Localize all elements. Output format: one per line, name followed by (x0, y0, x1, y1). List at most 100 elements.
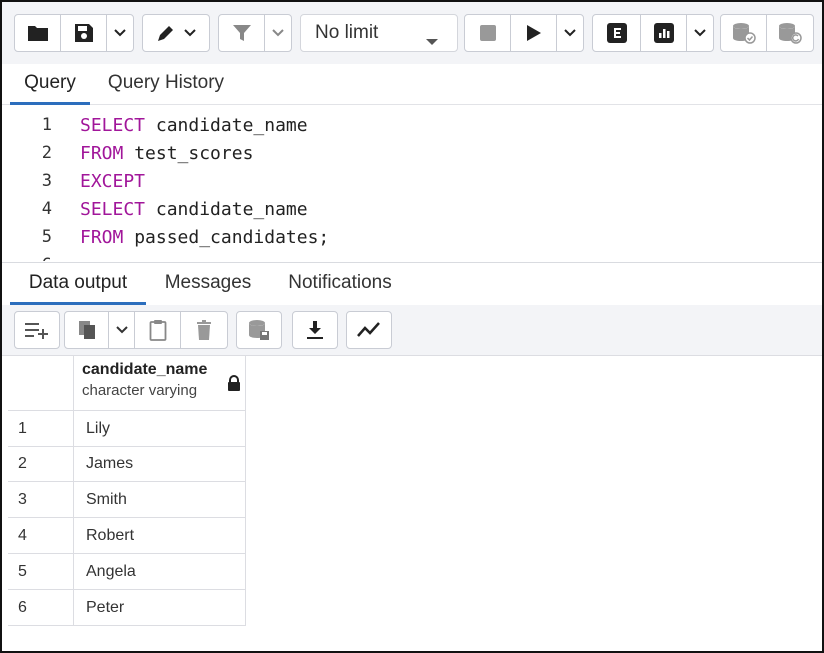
execute-button-group (464, 14, 584, 52)
row-number-cell[interactable]: 3 (8, 482, 74, 518)
download-segment (293, 312, 337, 348)
chevron-down-icon (694, 29, 706, 37)
table-cell[interactable]: Smith (74, 482, 246, 518)
table-cell[interactable]: Angela (74, 554, 246, 590)
tab-messages-label: Messages (164, 271, 252, 293)
code-line: 2 FROM test_scores (2, 140, 822, 168)
tab-query-label: Query (24, 72, 76, 93)
tab-query-history-label: Query History (107, 72, 225, 93)
code-line: 1 SELECT candidate_name (2, 112, 822, 140)
edit-data-button-group (64, 311, 228, 349)
sql-keyword: SELECT (80, 115, 146, 136)
copy-button[interactable] (65, 312, 109, 348)
tab-messages[interactable]: Messages (152, 263, 264, 302)
add-row-segment (15, 312, 59, 348)
open-file-button[interactable] (15, 15, 61, 51)
cell-value: Angela (86, 562, 136, 580)
chevron-down-icon (114, 29, 126, 37)
save-options-dropdown[interactable] (107, 15, 133, 51)
code-text: EXCEPT (80, 171, 145, 192)
sql-editor[interactable]: 1 SELECT candidate_name 2 FROM test_scor… (2, 105, 822, 261)
add-row-button[interactable] (14, 311, 60, 349)
save-data-segment (237, 312, 281, 348)
tab-data-output[interactable]: Data output (10, 263, 146, 305)
column-name: candidate_name (82, 361, 208, 378)
lock-icon (227, 375, 241, 396)
cell-value: Lily (86, 419, 111, 437)
chevron-down-icon (425, 30, 439, 52)
table-cell[interactable]: Peter (74, 590, 246, 626)
rollback-icon (778, 22, 802, 44)
row-limit-value: No limit (315, 22, 379, 43)
line-number: 6 (2, 255, 52, 261)
chevron-down-icon (564, 29, 576, 37)
add-row-icon (24, 321, 50, 339)
table-cell[interactable]: Lily (74, 411, 246, 447)
edit-menu-button[interactable] (142, 14, 210, 52)
sql-keyword: SELECT (80, 199, 146, 220)
tab-query[interactable]: Query (10, 64, 90, 105)
explain-analyze-button[interactable] (641, 15, 687, 51)
row-number-cell[interactable]: 5 (8, 554, 74, 590)
line-number: 3 (41, 171, 52, 191)
stop-icon (479, 24, 497, 42)
explain-button-group (592, 14, 714, 52)
chevron-down-icon (272, 29, 284, 37)
explain-button[interactable] (593, 15, 641, 51)
paste-button[interactable] (135, 312, 181, 348)
chevron-down-icon (115, 326, 128, 334)
trash-icon (196, 320, 212, 340)
query-toolbar: No limit (2, 2, 822, 65)
code-line: 3 EXCEPT (2, 168, 822, 196)
row-number: 1 (18, 419, 27, 437)
query-tabs: Query Query History (2, 64, 822, 105)
code-text: FROM test_scores (80, 143, 253, 164)
filter-icon (232, 23, 252, 43)
commit-button[interactable] (721, 15, 767, 51)
row-number-header (8, 355, 74, 411)
sql-keyword: FROM (80, 227, 124, 248)
save-file-button[interactable] (61, 15, 107, 51)
rollback-button[interactable] (767, 15, 813, 51)
commit-icon (732, 22, 756, 44)
sql-identifier: candidate_name (145, 115, 308, 136)
row-number-cell[interactable]: 2 (8, 447, 74, 482)
cell-value: James (86, 455, 134, 472)
tab-notifications-label: Notifications (288, 271, 392, 293)
data-output-toolbar (2, 305, 822, 356)
tab-query-history[interactable]: Query History (98, 64, 234, 102)
download-button[interactable] (292, 311, 338, 349)
execute-options-dropdown[interactable] (557, 15, 583, 51)
graph-visualiser-button[interactable] (346, 311, 392, 349)
copy-options-dropdown[interactable] (109, 312, 135, 348)
line-number: 5 (41, 227, 52, 247)
code-text: SELECT candidate_name (80, 199, 308, 220)
play-icon (526, 24, 542, 42)
row-limit-select[interactable]: No limit (300, 14, 458, 52)
file-button-group (14, 14, 134, 52)
tab-notifications[interactable]: Notifications (272, 263, 408, 302)
cell-value: Smith (86, 490, 127, 508)
execute-query-button[interactable] (511, 15, 557, 51)
stop-query-button[interactable] (465, 15, 511, 51)
sql-keyword: EXCEPT (80, 171, 146, 192)
save-data-icon (248, 319, 270, 341)
save-data-button[interactable] (236, 311, 282, 349)
row-number-cell[interactable]: 1 (8, 411, 74, 447)
filter-options-dropdown[interactable] (265, 15, 291, 51)
column-header-candidate-name[interactable]: candidate_name character varying (74, 355, 246, 411)
delete-button[interactable] (181, 312, 227, 348)
save-icon (74, 23, 94, 43)
row-number: 5 (18, 562, 27, 580)
cell-value: Peter (86, 598, 125, 616)
filter-button[interactable] (219, 15, 265, 51)
explain-options-dropdown[interactable] (687, 15, 713, 51)
code-line: 6 (2, 252, 822, 261)
table-cell[interactable]: James (74, 447, 246, 482)
row-number-cell[interactable]: 6 (8, 590, 74, 626)
sql-keyword: FROM (80, 143, 124, 164)
sql-identifier: test_scores (123, 143, 254, 164)
row-number-cell[interactable]: 4 (8, 518, 74, 554)
sql-identifier: candidate_name (145, 199, 308, 220)
table-cell[interactable]: Robert (74, 518, 246, 554)
